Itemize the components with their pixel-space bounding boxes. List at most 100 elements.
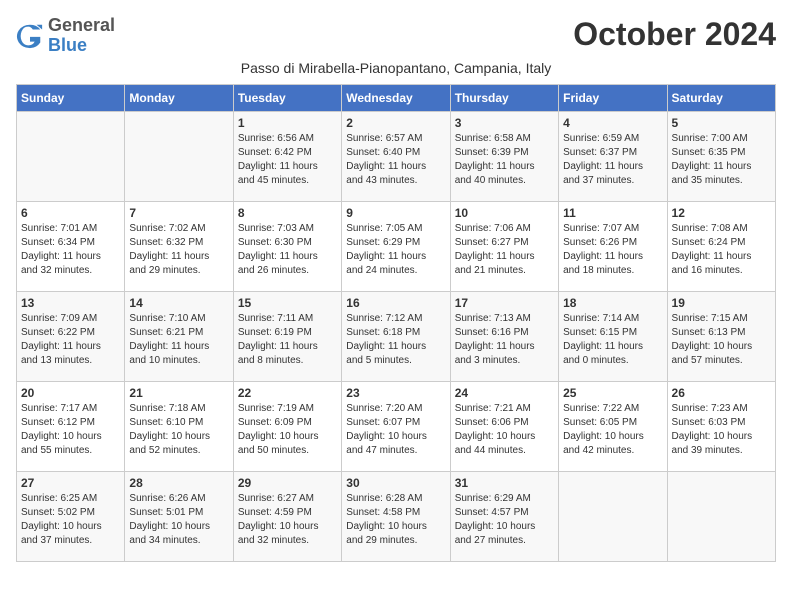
day-number: 20	[21, 386, 120, 400]
calendar-cell: 12 Sunrise: 7:08 AM Sunset: 6:24 PM Dayli…	[667, 201, 775, 291]
day-number: 29	[238, 476, 337, 490]
day-info: Sunrise: 7:17 AM Sunset: 6:12 PM Dayligh…	[21, 402, 120, 458]
calendar-cell	[17, 111, 125, 201]
day-info: Sunrise: 7:18 AM Sunset: 6:10 PM Dayligh…	[129, 402, 228, 458]
day-number: 22	[238, 386, 337, 400]
day-info: Sunrise: 6:56 AM Sunset: 6:42 PM Dayligh…	[238, 132, 337, 188]
calendar-cell: 10Sunrise: 7:06 AM Sunset: 6:27 PM Dayli…	[450, 201, 558, 291]
day-number: 27	[21, 476, 120, 490]
page-header: General Blue October 2024	[16, 16, 776, 56]
weekday-header-tuesday: Tuesday	[233, 84, 341, 111]
location-subtitle: Passo di Mirabella-Pianopantano, Campani…	[16, 60, 776, 76]
day-info: Sunrise: 7:05 AM Sunset: 6:29 PM Dayligh…	[346, 222, 445, 278]
weekday-header-saturday: Saturday	[667, 84, 775, 111]
calendar-cell: 1 Sunrise: 6:56 AM Sunset: 6:42 PM Daylig…	[233, 111, 341, 201]
calendar-cell: 4Sunrise: 6:59 AM Sunset: 6:37 PM Daylig…	[559, 111, 667, 201]
calendar-week-4: 20 Sunrise: 7:17 AM Sunset: 6:12 PM Dayli…	[17, 381, 776, 471]
calendar-cell: 8 Sunrise: 7:03 AM Sunset: 6:30 PM Daylig…	[233, 201, 341, 291]
day-number: 18	[563, 296, 662, 310]
calendar-cell: 25Sunrise: 7:22 AM Sunset: 6:05 PM Dayli…	[559, 381, 667, 471]
calendar-cell: 14Sunrise: 7:10 AM Sunset: 6:21 PM Dayli…	[125, 291, 233, 381]
weekday-header-monday: Monday	[125, 84, 233, 111]
day-number: 5	[672, 116, 771, 130]
day-number: 24	[455, 386, 554, 400]
day-info: Sunrise: 7:14 AM Sunset: 6:15 PM Dayligh…	[563, 312, 662, 368]
calendar-cell: 31 Sunrise: 6:29 AM Sunset: 4:57 PM Dayli…	[450, 471, 558, 561]
calendar-cell: 19 Sunrise: 7:15 AM Sunset: 6:13 PM Dayli…	[667, 291, 775, 381]
day-info: Sunrise: 7:09 AM Sunset: 6:22 PM Dayligh…	[21, 312, 120, 368]
day-number: 15	[238, 296, 337, 310]
day-info: Sunrise: 6:26 AM Sunset: 5:01 PM Dayligh…	[129, 492, 228, 548]
calendar-week-1: 1 Sunrise: 6:56 AM Sunset: 6:42 PM Daylig…	[17, 111, 776, 201]
calendar-cell: 23 Sunrise: 7:20 AM Sunset: 6:07 PM Dayli…	[342, 381, 450, 471]
calendar-cell: 27 Sunrise: 6:25 AM Sunset: 5:02 PM Dayli…	[17, 471, 125, 561]
day-number: 16	[346, 296, 445, 310]
day-info: Sunrise: 7:08 AM Sunset: 6:24 PM Dayligh…	[672, 222, 771, 278]
day-info: Sunrise: 7:00 AM Sunset: 6:35 PM Dayligh…	[672, 132, 771, 188]
day-number: 21	[129, 386, 228, 400]
weekday-header-friday: Friday	[559, 84, 667, 111]
calendar-cell: 29 Sunrise: 6:27 AM Sunset: 4:59 PM Dayli…	[233, 471, 341, 561]
day-info: Sunrise: 7:20 AM Sunset: 6:07 PM Dayligh…	[346, 402, 445, 458]
day-info: Sunrise: 6:28 AM Sunset: 4:58 PM Dayligh…	[346, 492, 445, 548]
calendar-week-2: 6Sunrise: 7:01 AM Sunset: 6:34 PM Daylig…	[17, 201, 776, 291]
day-number: 7	[129, 206, 228, 220]
day-number: 9	[346, 206, 445, 220]
day-number: 3	[455, 116, 554, 130]
day-number: 8	[238, 206, 337, 220]
day-number: 1	[238, 116, 337, 130]
day-info: Sunrise: 7:12 AM Sunset: 6:18 PM Dayligh…	[346, 312, 445, 368]
day-info: Sunrise: 7:03 AM Sunset: 6:30 PM Dayligh…	[238, 222, 337, 278]
day-number: 23	[346, 386, 445, 400]
day-info: Sunrise: 7:01 AM Sunset: 6:34 PM Dayligh…	[21, 222, 120, 278]
day-info: Sunrise: 7:06 AM Sunset: 6:27 PM Dayligh…	[455, 222, 554, 278]
calendar-cell: 11 Sunrise: 7:07 AM Sunset: 6:26 PM Dayli…	[559, 201, 667, 291]
calendar-week-5: 27 Sunrise: 6:25 AM Sunset: 5:02 PM Dayli…	[17, 471, 776, 561]
calendar-cell: 15 Sunrise: 7:11 AM Sunset: 6:19 PM Dayli…	[233, 291, 341, 381]
weekday-header-sunday: Sunday	[17, 84, 125, 111]
day-info: Sunrise: 6:57 AM Sunset: 6:40 PM Dayligh…	[346, 132, 445, 188]
day-info: Sunrise: 7:13 AM Sunset: 6:16 PM Dayligh…	[455, 312, 554, 368]
day-info: Sunrise: 7:21 AM Sunset: 6:06 PM Dayligh…	[455, 402, 554, 458]
calendar-cell: 13 Sunrise: 7:09 AM Sunset: 6:22 PM Dayli…	[17, 291, 125, 381]
day-info: Sunrise: 7:07 AM Sunset: 6:26 PM Dayligh…	[563, 222, 662, 278]
logo: General Blue	[16, 16, 115, 56]
day-info: Sunrise: 6:27 AM Sunset: 4:59 PM Dayligh…	[238, 492, 337, 548]
day-number: 31	[455, 476, 554, 490]
calendar-cell	[125, 111, 233, 201]
calendar-cell: 9 Sunrise: 7:05 AM Sunset: 6:29 PM Daylig…	[342, 201, 450, 291]
weekday-header-thursday: Thursday	[450, 84, 558, 111]
calendar-cell: 24 Sunrise: 7:21 AM Sunset: 6:06 PM Dayli…	[450, 381, 558, 471]
calendar-cell	[559, 471, 667, 561]
calendar-table: SundayMondayTuesdayWednesdayThursdayFrid…	[16, 84, 776, 562]
weekday-header-row: SundayMondayTuesdayWednesdayThursdayFrid…	[17, 84, 776, 111]
day-number: 13	[21, 296, 120, 310]
calendar-cell: 2 Sunrise: 6:57 AM Sunset: 6:40 PM Daylig…	[342, 111, 450, 201]
logo-icon	[16, 22, 44, 50]
calendar-cell: 6Sunrise: 7:01 AM Sunset: 6:34 PM Daylig…	[17, 201, 125, 291]
calendar-cell: 26Sunrise: 7:23 AM Sunset: 6:03 PM Dayli…	[667, 381, 775, 471]
calendar-cell: 21 Sunrise: 7:18 AM Sunset: 6:10 PM Dayli…	[125, 381, 233, 471]
calendar-cell: 3 Sunrise: 6:58 AM Sunset: 6:39 PM Daylig…	[450, 111, 558, 201]
day-number: 19	[672, 296, 771, 310]
day-number: 28	[129, 476, 228, 490]
day-info: Sunrise: 6:25 AM Sunset: 5:02 PM Dayligh…	[21, 492, 120, 548]
day-info: Sunrise: 7:11 AM Sunset: 6:19 PM Dayligh…	[238, 312, 337, 368]
day-number: 26	[672, 386, 771, 400]
day-number: 2	[346, 116, 445, 130]
calendar-cell: 28 Sunrise: 6:26 AM Sunset: 5:01 PM Dayli…	[125, 471, 233, 561]
day-number: 17	[455, 296, 554, 310]
calendar-cell: 22 Sunrise: 7:19 AM Sunset: 6:09 PM Dayli…	[233, 381, 341, 471]
day-number: 14	[129, 296, 228, 310]
day-number: 12	[672, 206, 771, 220]
day-info: Sunrise: 7:19 AM Sunset: 6:09 PM Dayligh…	[238, 402, 337, 458]
day-number: 4	[563, 116, 662, 130]
day-info: Sunrise: 6:29 AM Sunset: 4:57 PM Dayligh…	[455, 492, 554, 548]
month-title: October 2024	[573, 16, 776, 53]
calendar-cell: 5 Sunrise: 7:00 AM Sunset: 6:35 PM Daylig…	[667, 111, 775, 201]
calendar-week-3: 13 Sunrise: 7:09 AM Sunset: 6:22 PM Dayli…	[17, 291, 776, 381]
day-info: Sunrise: 6:58 AM Sunset: 6:39 PM Dayligh…	[455, 132, 554, 188]
day-number: 11	[563, 206, 662, 220]
day-info: Sunrise: 7:15 AM Sunset: 6:13 PM Dayligh…	[672, 312, 771, 368]
calendar-cell: 17 Sunrise: 7:13 AM Sunset: 6:16 PM Dayli…	[450, 291, 558, 381]
